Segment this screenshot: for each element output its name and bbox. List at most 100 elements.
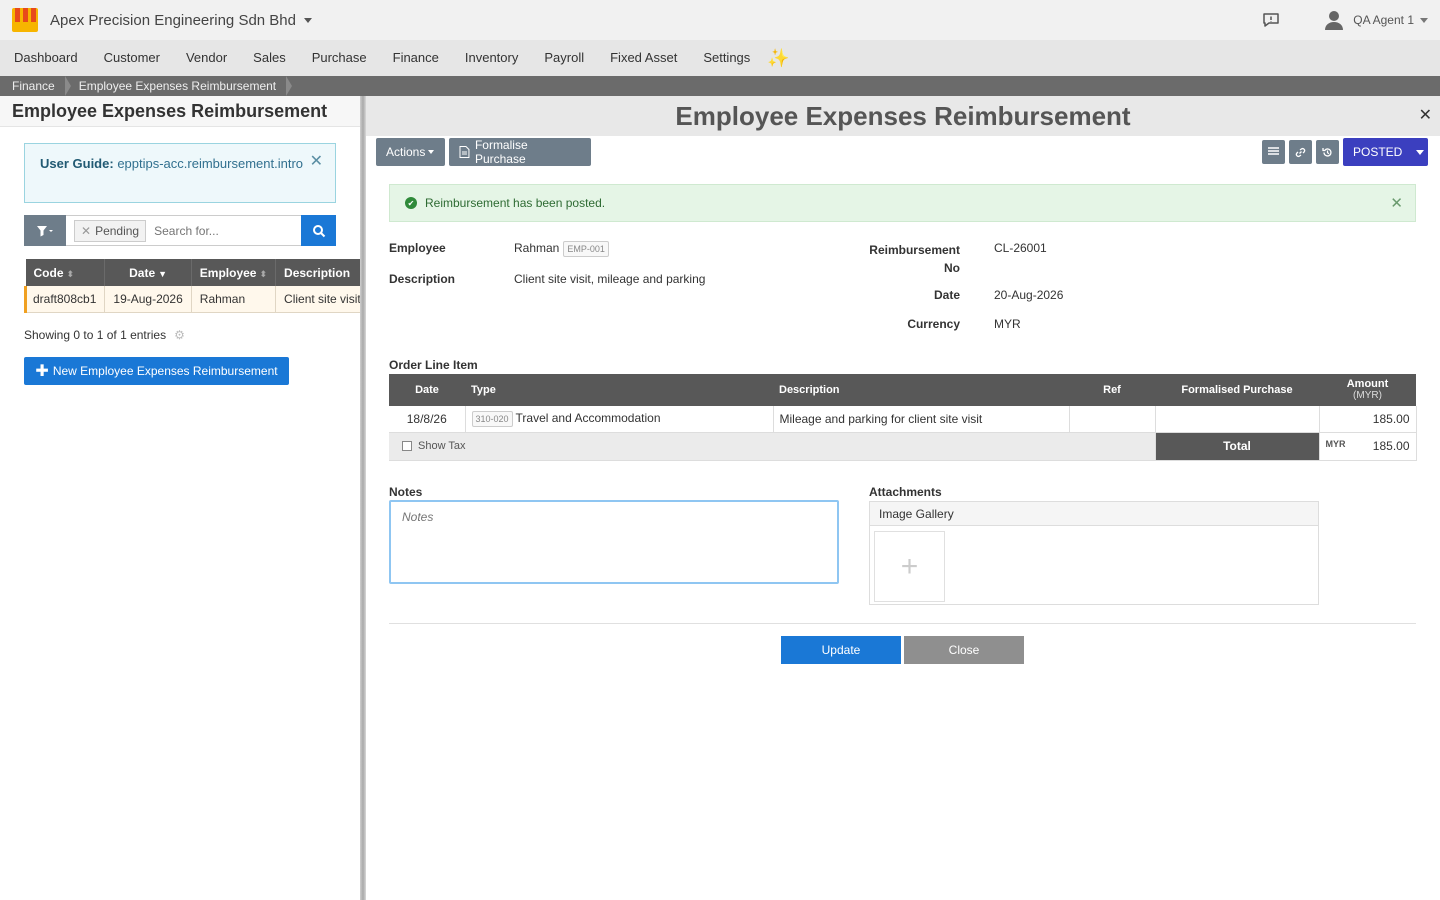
show-tax-label: Show Tax [418,440,466,452]
success-alert: ✔ Reimbursement has been posted. ✕ [389,184,1416,222]
column-type: Type [465,374,773,406]
notes-field[interactable] [389,500,839,584]
user-guide-label: User Guide: [40,156,114,171]
breadcrumb-finance[interactable]: Finance [0,76,71,96]
status-posted-button[interactable]: POSTED [1343,138,1428,166]
list-title: Employee Expenses Reimbursement [0,96,360,127]
plus-icon: ✚ [35,363,49,380]
line-description: Mileage and parking for client site visi… [773,406,1070,433]
update-button[interactable]: Update [781,636,901,664]
line-type-label: Travel and Accommodation [515,410,661,425]
status-label: POSTED [1353,145,1403,159]
form-divider [389,623,1416,624]
close-button[interactable]: Close [904,636,1024,664]
company-selector[interactable]: Apex Precision Engineering Sdn Bhd [50,12,312,29]
chevron-down-icon [428,150,435,154]
reimbursement-no-label: Reimbursement No [869,243,960,275]
link-button[interactable] [1289,140,1312,164]
filter-button[interactable] [24,215,66,246]
employee-name: Rahman [514,241,560,256]
gear-icon[interactable]: ⚙ [174,328,185,342]
reimbursement-list-table: Code ⬍ Date ▼ Employee ⬍ Description draft8… [24,259,360,313]
user-guide-box: User Guide: epptips-acc.reimbursement.in… [24,143,336,203]
user-menu[interactable]: QA Agent 1 [1353,13,1428,27]
sort-icon: ⬍ [259,268,268,279]
document-icon [459,146,470,158]
breadcrumb-current[interactable]: Employee Expenses Reimbursement [67,76,293,96]
menu-settings[interactable]: Settings [690,40,763,76]
user-avatar-icon[interactable] [1323,9,1345,31]
total-amount-cell: MYR 185.00 [1319,432,1417,461]
detail-title: Employee Expenses Reimbursement [675,101,1131,131]
add-image-button[interactable]: + [874,531,945,602]
cell-date: 19-Aug-2026 [104,286,192,313]
history-icon [1322,147,1332,157]
column-employee[interactable]: Employee ⬍ [191,259,277,286]
menu-sales[interactable]: Sales [240,40,299,76]
list-view-button[interactable] [1262,140,1285,164]
detail-pane: Employee Expenses Reimbursement ✕ Action… [366,96,1440,900]
top-header: Apex Precision Engineering Sdn Bhd QA Ag… [0,0,1440,40]
app-logo[interactable] [12,8,38,32]
currency-label: Currency [907,317,960,331]
column-description[interactable]: Description [275,259,360,286]
column-formalised-purchase: Formalised Purchase [1155,374,1319,406]
description-value: Client site visit, mileage and parking [514,272,706,286]
sparkle-icon[interactable]: ✨ [767,48,789,69]
line-formalised [1155,406,1320,433]
column-code-label: Code [33,265,64,280]
menu-fixed-asset[interactable]: Fixed Asset [597,40,690,76]
date-label: Date [933,288,960,302]
table-row[interactable]: draft808cb1 19-Aug-2026 Rahman Client si… [24,286,360,313]
column-description-label: Description [284,265,351,280]
actions-button[interactable]: Actions [376,138,445,166]
menu-purchase[interactable]: Purchase [299,40,380,76]
column-date[interactable]: Date ▼ [104,259,192,286]
image-gallery: Image Gallery + [869,501,1319,605]
employee-code-badge: EMP-001 [563,241,609,257]
list-pane: Employee Expenses Reimbursement User Gui… [0,96,360,900]
menu-payroll[interactable]: Payroll [531,40,597,76]
show-tax-toggle[interactable]: Show Tax [389,432,1156,461]
cell-employee: Rahman [191,286,277,313]
menu-finance[interactable]: Finance [380,40,452,76]
user-guide-link[interactable]: epptips-acc.reimbursement.intro [117,156,303,171]
currency-value: MYR [994,317,1021,331]
user-name: QA Agent 1 [1353,13,1414,27]
sort-desc-icon: ▼ [158,268,168,279]
new-reimbursement-button[interactable]: ✚ New Employee Expenses Reimbursement [24,357,289,385]
menu-dashboard[interactable]: Dashboard [1,40,91,76]
detail-header: Employee Expenses Reimbursement ✕ [366,96,1440,136]
close-icon[interactable]: ✕ [1390,194,1403,212]
menu-customer[interactable]: Customer [91,40,173,76]
search-input[interactable] [154,223,285,238]
description-label: Description [389,272,456,286]
table-row[interactable]: 18/8/26 310-020 Travel and Accommodation … [389,406,1417,433]
notes-label: Notes [389,485,423,499]
close-icon[interactable]: ✕ [310,152,323,172]
check-circle-icon: ✔ [405,197,417,209]
link-icon [1295,147,1306,157]
alert-message: Reimbursement has been posted. [425,196,606,210]
formalise-purchase-button[interactable]: Formalise Purchase [449,138,591,166]
column-ref: Ref [1069,374,1155,406]
chat-icon[interactable] [1261,10,1281,30]
image-gallery-title: Image Gallery [870,502,1318,526]
chevron-down-icon [304,18,312,24]
remove-icon[interactable]: ✕ [81,224,91,238]
breadcrumb: Finance Employee Expenses Reimbursement [0,76,1440,96]
column-amount-label: Amount [1346,378,1389,390]
filter-chip-pending[interactable]: ✕ Pending [74,219,147,242]
column-amount: Amount (MYR) [1319,374,1416,406]
list-icon [1268,147,1279,155]
history-button[interactable] [1316,140,1339,164]
menu-vendor[interactable]: Vendor [173,40,240,76]
show-tax-checkbox[interactable] [402,441,412,452]
menu-inventory[interactable]: Inventory [452,40,531,76]
close-icon[interactable]: ✕ [1419,96,1432,136]
date-value: 20-Aug-2026 [994,288,1064,302]
detail-toolbar: Actions Formalise Purchase POSTED [366,136,1440,170]
column-code[interactable]: Code ⬍ [25,259,106,286]
search-button[interactable] [301,215,336,246]
sort-icon: ⬍ [66,268,75,279]
